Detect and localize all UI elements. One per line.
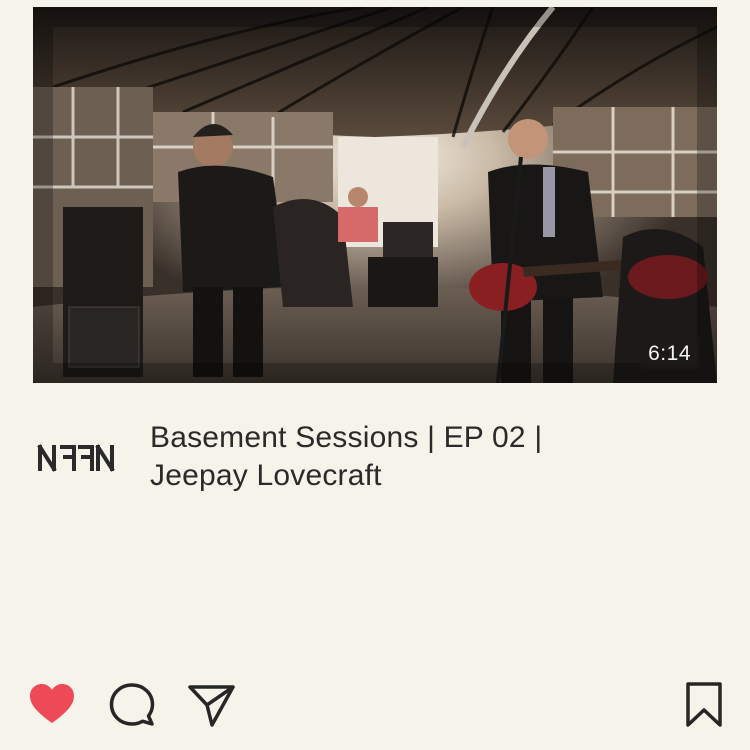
video-title[interactable]: Basement Sessions | EP 02 | Jeepay Lovec… [150, 419, 670, 495]
video-thumbnail[interactable]: 6:14 [33, 7, 717, 383]
comment-bubble-icon[interactable] [108, 681, 156, 729]
video-duration: 6:14 [640, 339, 699, 369]
send-paper-plane-icon[interactable] [187, 681, 235, 729]
bookmark-icon[interactable] [680, 681, 728, 729]
nffn-logo-icon[interactable] [36, 441, 116, 475]
title-line-1: Basement Sessions | EP 02 | [150, 421, 543, 454]
basement-scene-image [33, 7, 717, 383]
post-card: 6:14 Basement Sessions | EP 02 | Jeepay … [0, 0, 750, 750]
heart-icon[interactable] [28, 681, 76, 729]
title-line-2: Jeepay Lovecraft [150, 459, 382, 492]
